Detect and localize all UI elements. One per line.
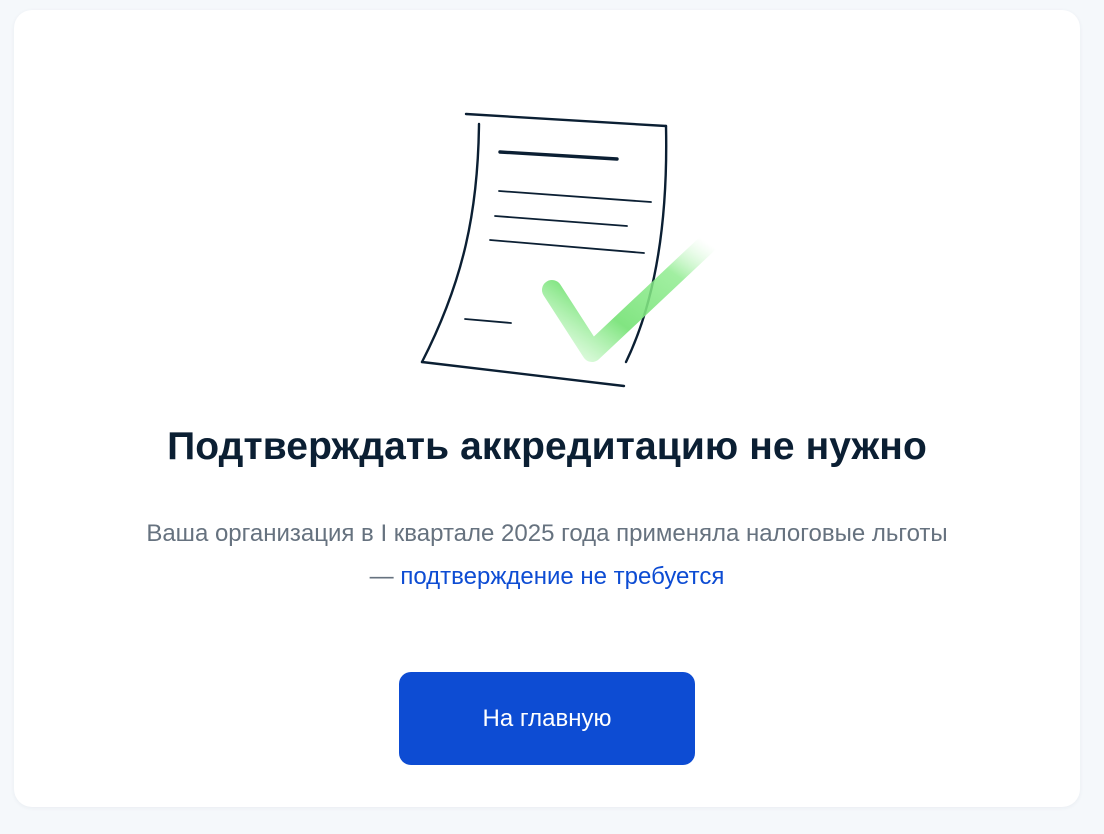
not-required-link[interactable]: подтверждение не требуется <box>400 563 724 590</box>
description-text: Ваша организация в I квартале 2025 года … <box>54 512 1040 598</box>
document-check-icon <box>394 100 734 400</box>
description-dash: — <box>369 563 401 590</box>
result-card: Подтверждать аккредитацию не нужно Ваша … <box>14 10 1080 807</box>
description-main: Ваша организация в I квартале 2025 года … <box>146 520 948 547</box>
to-main-button[interactable]: На главную <box>399 672 695 765</box>
page-title: Подтверждать аккредитацию не нужно <box>167 425 927 468</box>
